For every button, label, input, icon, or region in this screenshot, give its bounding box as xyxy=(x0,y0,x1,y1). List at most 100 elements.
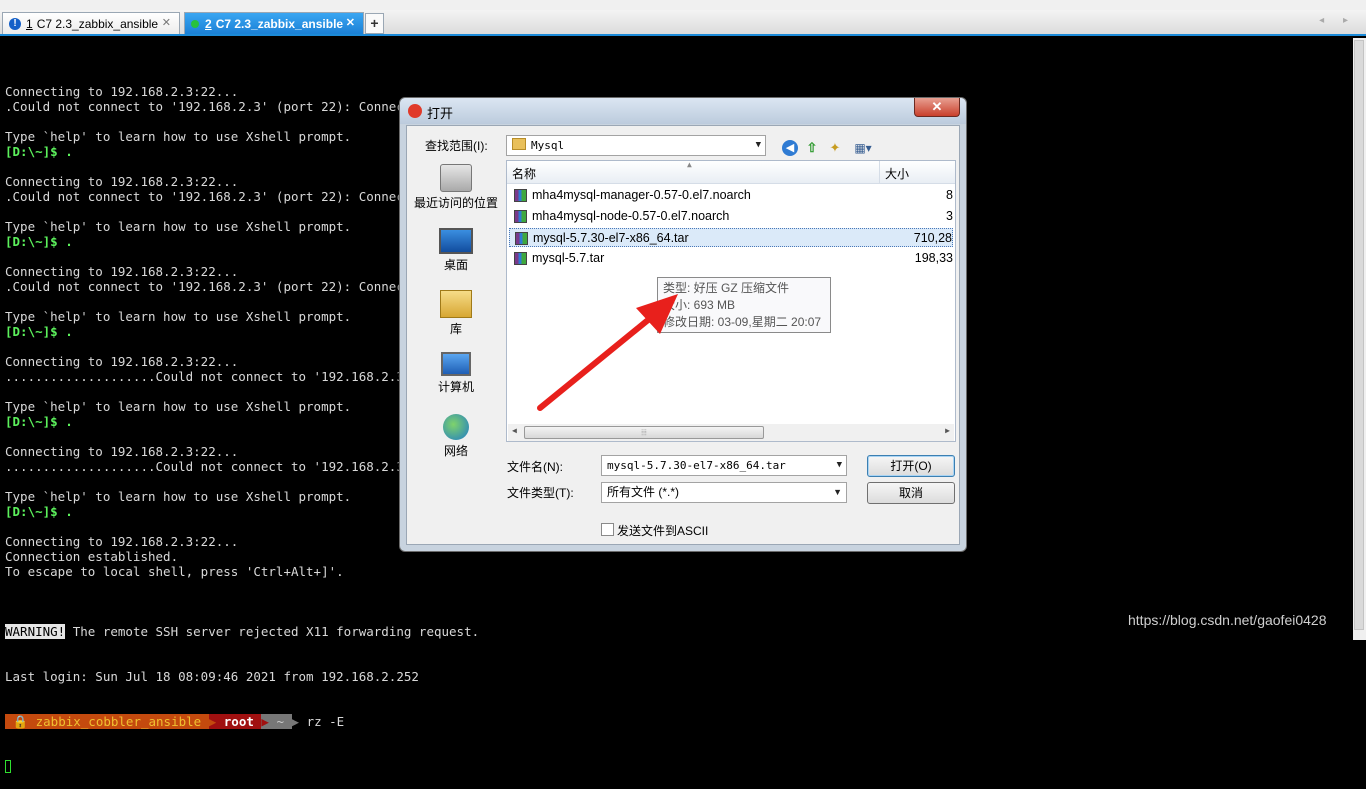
file-row-selected[interactable]: mysql-5.7.30-el7-x86_64.tar 710,28 xyxy=(509,228,953,247)
place-label: 最近访问的位置 xyxy=(413,196,498,210)
lookin-value: Mysql xyxy=(531,139,565,152)
tab-number: 1 xyxy=(26,16,33,31)
file-list-hscrollbar[interactable]: ◀ ⦙⦙⦙ ▶ xyxy=(508,424,954,441)
prompt-command: rz -E xyxy=(299,714,345,729)
session-tab-1[interactable]: ! 1 C7 2.3_zabbix_ansible ✕ xyxy=(2,12,180,34)
file-tooltip: 类型: 好压 GZ 压缩文件 大小: 693 MB 修改日期: 03-09,星期… xyxy=(657,277,831,333)
view-menu-icon[interactable]: ▦▾ xyxy=(851,140,875,156)
prompt-root-segment: root xyxy=(216,714,262,729)
file-name: mha4mysql-node-0.57-0.el7.noarch xyxy=(532,209,730,223)
chevron-down-icon: ▼ xyxy=(755,140,761,150)
new-folder-icon[interactable]: ✦ xyxy=(827,140,843,156)
terminal-cursor xyxy=(5,760,11,773)
dialog-title: 打开 xyxy=(427,106,454,121)
prompt-separator-icon: ▶ xyxy=(291,714,300,729)
terminal-line: To escape to local shell, press 'Ctrl+Al… xyxy=(5,564,344,579)
new-tab-button[interactable]: + xyxy=(365,13,384,34)
tab-label: C7 2.3_zabbix_ansible xyxy=(36,16,159,31)
checkbox-box[interactable] xyxy=(601,523,614,536)
file-name: mysql-5.7.tar xyxy=(532,251,605,265)
dialog-close-button[interactable]: ✕ xyxy=(914,98,960,117)
scroll-left-icon[interactable]: ◀ xyxy=(512,426,517,435)
shell-prompt-line: 🔒 zabbix_cobbler_ansible ▶ root ▶ ~ ▶ rz… xyxy=(5,714,1345,729)
file-size: 8 xyxy=(946,188,953,202)
desktop-icon xyxy=(439,228,473,254)
recent-places-icon xyxy=(440,164,472,192)
back-icon[interactable]: ◀ xyxy=(782,140,798,156)
dialog-body: 查找范围(I): Mysql ▼ ◀ ⇧ ✦ ▦▾ 最近访问的位置 桌面 库 计… xyxy=(406,125,960,545)
archive-icon xyxy=(514,189,527,202)
tab-scroll-arrows[interactable]: ◂ ▸ xyxy=(1319,15,1356,26)
place-recent[interactable]: 最近访问的位置 xyxy=(410,164,502,211)
file-row[interactable]: mha4mysql-node-0.57-0.el7.noarch 3 xyxy=(509,207,953,226)
column-size[interactable]: 大小 xyxy=(885,165,909,182)
file-name: mysql-5.7.30-el7-x86_64.tar xyxy=(533,231,689,245)
lookin-combo[interactable]: Mysql ▼ xyxy=(506,135,766,156)
place-label: 桌面 xyxy=(443,258,468,272)
filetype-value: 所有文件 (*.*) xyxy=(607,485,680,499)
scrollbar-thumb[interactable]: ⦙⦙⦙ xyxy=(524,426,764,439)
connected-dot-icon xyxy=(191,19,199,28)
place-label: 网络 xyxy=(443,444,468,458)
archive-icon xyxy=(514,252,527,265)
archive-icon xyxy=(515,232,528,245)
warning-icon: ! xyxy=(9,17,21,30)
file-size: 198,33 xyxy=(914,251,953,265)
folder-icon xyxy=(512,138,526,150)
scrollbar-thumb[interactable] xyxy=(1354,40,1364,630)
tooltip-size: 大小: 693 MB xyxy=(663,298,736,312)
network-icon xyxy=(443,414,469,440)
warning-text: The remote SSH server rejected X11 forwa… xyxy=(65,624,480,639)
place-label: 计算机 xyxy=(437,380,474,394)
place-network[interactable]: 网络 xyxy=(410,414,502,459)
ascii-checkbox[interactable]: 发送文件到ASCII xyxy=(601,522,708,539)
lookin-label: 查找范围(I): xyxy=(425,139,488,153)
file-size: 3 xyxy=(946,209,953,223)
place-desktop[interactable]: 桌面 xyxy=(410,228,502,273)
archive-icon xyxy=(514,210,527,223)
sort-ascending-icon: ▲ xyxy=(687,160,692,169)
tab-number: 2 xyxy=(205,16,212,31)
open-button[interactable]: 打开(O) xyxy=(867,455,955,477)
dialog-titlebar[interactable]: 打开 ✕ xyxy=(400,98,966,124)
place-libraries[interactable]: 库 xyxy=(410,290,502,337)
session-tab-2[interactable]: 2 C7 2.3_zabbix_ansible ✕ xyxy=(184,12,364,34)
close-tab-icon[interactable]: ✕ xyxy=(162,16,171,29)
terminal-scrollbar[interactable] xyxy=(1353,38,1366,640)
file-row[interactable]: mysql-5.7.tar 198,33 xyxy=(509,249,953,268)
ascii-checkbox-label: 发送文件到ASCII xyxy=(617,524,709,538)
filename-label: 文件名(N): xyxy=(507,460,563,474)
tab-label: C7 2.3_zabbix_ansible xyxy=(215,16,344,31)
last-login-line: Last login: Sun Jul 18 08:09:46 2021 fro… xyxy=(5,669,419,684)
library-icon xyxy=(440,290,472,318)
filetype-label: 文件类型(T): xyxy=(507,486,574,500)
up-folder-icon[interactable]: ⇧ xyxy=(804,140,820,156)
column-name[interactable]: 名称 xyxy=(512,165,536,182)
file-row[interactable]: mha4mysql-manager-0.57-0.el7.noarch 8 xyxy=(509,186,953,205)
prompt-separator-icon: ▶ xyxy=(261,714,269,729)
tooltip-type: 类型: 好压 GZ 压缩文件 xyxy=(663,281,790,295)
file-name: mha4mysql-manager-0.57-0.el7.noarch xyxy=(532,188,751,202)
watermark: https://blog.csdn.net/gaofei0428 xyxy=(1128,612,1327,628)
file-size: 710,28 xyxy=(913,231,952,245)
filetype-select[interactable]: 所有文件 (*.*) ▼ xyxy=(601,482,847,503)
column-divider[interactable] xyxy=(879,161,880,183)
chevron-down-icon: ▼ xyxy=(833,487,842,497)
filename-value: mysql-5.7.30-el7-x86_64.tar xyxy=(607,459,786,472)
tooltip-modified: 修改日期: 03-09,星期二 20:07 xyxy=(663,315,822,329)
column-header: ▲ 名称 大小 xyxy=(507,161,955,184)
computer-icon xyxy=(441,352,471,376)
cancel-button[interactable]: 取消 xyxy=(867,482,955,504)
session-tab-bar: ! 1 C7 2.3_zabbix_ansible ✕ 2 C7 2.3_zab… xyxy=(0,10,1366,36)
warning-badge: WARNING! xyxy=(5,624,66,639)
cursor-line xyxy=(5,759,1345,774)
prompt-user-segment: 🔒 zabbix_cobbler_ansible xyxy=(5,714,209,729)
filename-input[interactable]: mysql-5.7.30-el7-x86_64.tar ▼ xyxy=(601,455,847,476)
place-computer[interactable]: 计算机 xyxy=(410,352,502,395)
place-label: 库 xyxy=(449,322,462,336)
xshell-logo-icon xyxy=(408,104,422,118)
scroll-right-icon[interactable]: ▶ xyxy=(945,426,950,435)
close-tab-icon[interactable]: ✕ xyxy=(346,16,355,29)
chevron-down-icon: ▼ xyxy=(836,460,842,470)
